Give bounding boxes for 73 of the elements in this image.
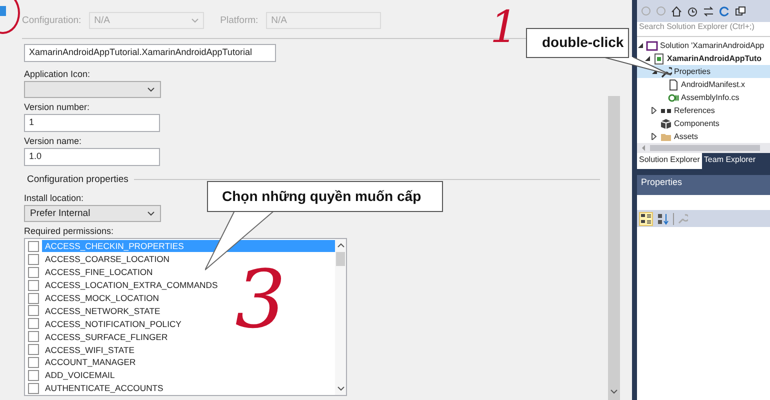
scroll-down-icon[interactable]	[610, 389, 618, 394]
permission-item[interactable]: ACCESS_WIFI_STATE	[42, 344, 335, 356]
tree-item[interactable]: AssemblyInfo.cs	[637, 91, 770, 104]
tree-item-label: References	[674, 106, 715, 115]
checkbox[interactable]	[28, 344, 39, 356]
checkbox[interactable]	[28, 266, 39, 278]
cube-icon	[660, 118, 672, 130]
caret-icon	[147, 87, 155, 92]
install-location-dropdown[interactable]: Prefer Internal	[24, 205, 161, 222]
required-permissions-label: Required permissions:	[24, 226, 114, 236]
tree-item[interactable]: Components	[637, 117, 770, 130]
checkbox[interactable]	[28, 356, 39, 368]
wrench-icon	[660, 66, 672, 78]
checkbox[interactable]	[28, 382, 39, 394]
sync-icon[interactable]	[703, 6, 714, 16]
package-name-field[interactable]: XamarinAndroidAppTutorial.XamarinAndroidAppTutorial	[24, 44, 276, 62]
checkbox[interactable]	[28, 305, 39, 316]
tree-item[interactable]: References	[637, 104, 770, 117]
tree-item-label: Properties	[674, 67, 710, 76]
version-number-label: Version number:	[24, 102, 90, 112]
application-icon-label: Application Icon:	[24, 69, 90, 79]
scroll-down-icon[interactable]	[336, 386, 344, 391]
permission-item[interactable]: ADD_VOICEMAIL	[42, 369, 335, 382]
home-icon[interactable]	[671, 6, 682, 16]
version-number-field[interactable]: 1	[24, 114, 160, 132]
application-icon-dropdown[interactable]	[24, 81, 161, 98]
scroll-up-icon[interactable]	[336, 243, 344, 248]
panel-tab[interactable]: Solution Explorer	[637, 153, 702, 169]
project-icon	[653, 52, 665, 64]
search-field[interactable]: Search Solution Explorer (Ctrl+;)	[637, 22, 770, 37]
checkbox[interactable]	[28, 318, 39, 330]
tree-item-label: AssemblyInfo.cs	[681, 93, 740, 102]
checkbox[interactable]	[28, 331, 39, 342]
refresh-icon[interactable]	[719, 6, 730, 16]
handwritten-number: 1	[490, 1, 518, 55]
history-icon[interactable]	[687, 6, 698, 16]
scroll-thumb[interactable]	[336, 252, 345, 266]
platform-label: Platform:	[220, 14, 258, 26]
windows-icon[interactable]	[735, 6, 746, 16]
install-location-label: Install location:	[24, 193, 84, 203]
categorized-button[interactable]	[639, 212, 653, 226]
tree-item[interactable]: AndroidManifest.x	[637, 78, 770, 91]
list-scrollbar[interactable]	[335, 239, 346, 395]
checkbox[interactable]	[28, 240, 39, 252]
permission-item[interactable]: ACCOUNT_MANAGER	[42, 356, 335, 368]
sort-alphabetical-button[interactable]	[656, 212, 670, 226]
tree-item-label: Assets	[674, 132, 698, 141]
tree-item[interactable]: Solution 'XamarinAndroidApp	[637, 39, 770, 52]
version-name-label: Version name:	[24, 136, 82, 146]
panel-tab[interactable]: Team Explorer	[702, 153, 758, 169]
solution-icon	[646, 40, 658, 52]
scroll-left-icon[interactable]	[641, 144, 646, 152]
tree-item[interactable]: Properties	[637, 65, 770, 78]
tree-item-label: Solution 'XamarinAndroidApp	[660, 41, 764, 50]
panel-title: Properties	[637, 175, 770, 195]
caret-icon	[191, 18, 200, 22]
callout: Chọn những quyền muốn cấp	[207, 181, 443, 212]
checkbox[interactable]	[28, 280, 39, 291]
permission-item[interactable]: AUTHENTICATE_ACCOUNTS	[42, 382, 335, 394]
checkbox[interactable]	[28, 370, 39, 381]
section-title: Configuration properties	[26, 174, 128, 185]
csharp-file-icon	[667, 92, 679, 104]
tree-item-label: Components	[674, 119, 720, 128]
checkbox[interactable]	[28, 292, 39, 304]
version-name-field[interactable]: 1.0	[24, 148, 160, 166]
vertical-scrollbar[interactable]	[608, 96, 620, 400]
caret-icon	[147, 211, 155, 216]
checkbox[interactable]	[28, 254, 39, 265]
horizontal-scrollbar[interactable]	[637, 143, 770, 153]
tree-item-label: AndroidManifest.x	[681, 80, 746, 89]
tree-item[interactable]: Assets	[637, 130, 770, 143]
tree-item-label: XamarinAndroidAppTuto	[667, 54, 762, 63]
configuration-label: Configuration:	[22, 14, 82, 26]
